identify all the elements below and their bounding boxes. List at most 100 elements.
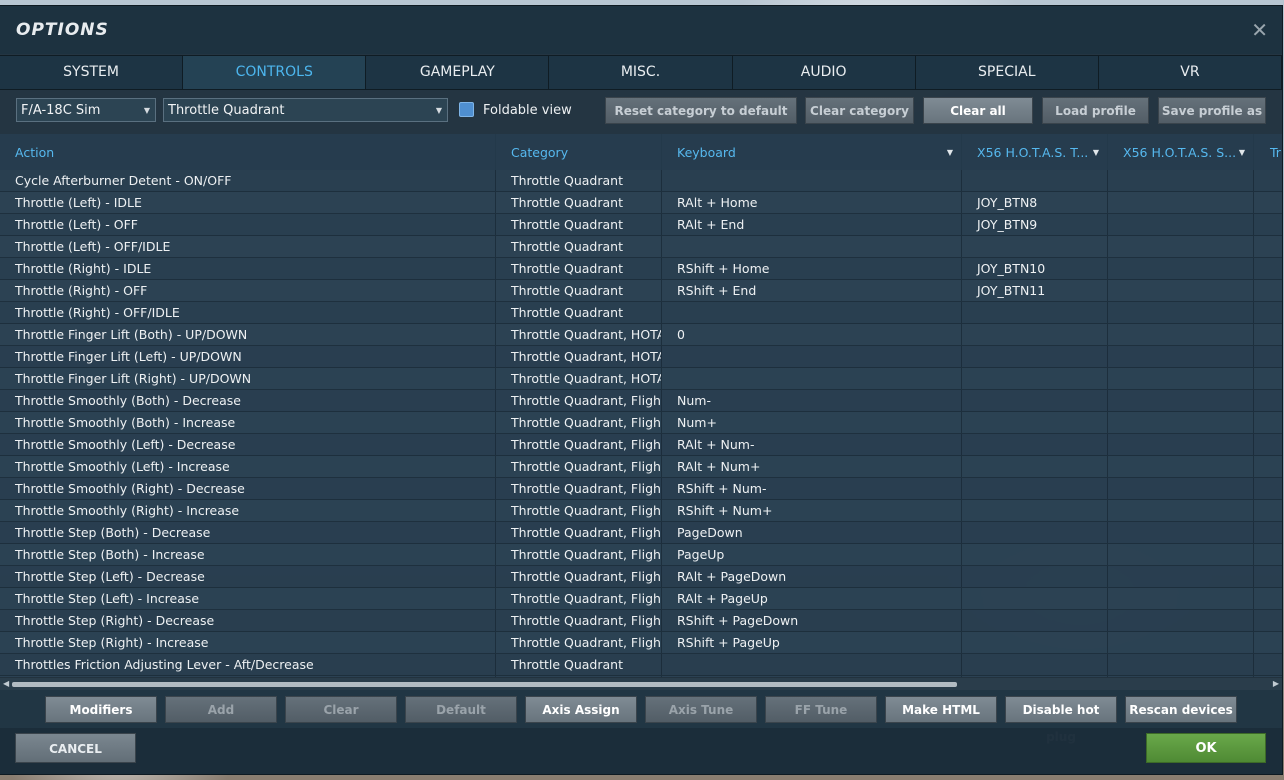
cell-x56s[interactable] (1108, 302, 1254, 323)
close-icon[interactable]: ✕ (1251, 18, 1268, 42)
cell-x56s[interactable] (1108, 566, 1254, 587)
cell-action[interactable]: Cycle Afterburner Detent - ON/OFF (0, 170, 496, 191)
cell-keyboard[interactable]: RAlt + Num+ (662, 456, 962, 477)
table-row[interactable]: Throttle Smoothly (Right) - Increase Thro… (0, 500, 1282, 522)
cell-x56s[interactable] (1108, 654, 1254, 675)
cell-x56s[interactable] (1108, 390, 1254, 411)
cell-keyboard[interactable]: PageUp (662, 544, 962, 565)
cell-x56s[interactable] (1108, 258, 1254, 279)
cell-category[interactable]: Throttle Quadrant, Flight C (496, 500, 662, 521)
cell-action[interactable]: Throttle Step (Right) - Increase (0, 632, 496, 653)
cell-x56t[interactable]: JOY_BTN8 (962, 192, 1108, 213)
cell-category[interactable]: Throttle Quadrant, Flight C (496, 610, 662, 631)
cancel-button[interactable]: CANCEL (15, 733, 136, 763)
cell-x56t[interactable] (962, 654, 1108, 675)
cell-category[interactable]: Throttle Quadrant, Flight C (496, 566, 662, 587)
cell-keyboard[interactable]: RAlt + PageUp (662, 588, 962, 609)
disable-hot-plug-button[interactable]: Disable hot plug (1005, 696, 1117, 744)
table-row[interactable]: Throttle Finger Lift (Left) - UP/DOWN Thr… (0, 346, 1282, 368)
scroll-right-icon[interactable]: ▶ (1273, 678, 1279, 690)
horizontal-scrollbar[interactable]: ◀ ▶ (0, 678, 1282, 690)
table-row[interactable]: Throttle Finger Lift (Right) - UP/DOWN Th… (0, 368, 1282, 390)
cell-x56t[interactable] (962, 170, 1108, 191)
cell-tr[interactable] (1254, 500, 1282, 521)
cell-category[interactable]: Throttle Quadrant, Flight C (496, 434, 662, 455)
cell-x56s[interactable] (1108, 170, 1254, 191)
reset-category-button[interactable]: Reset category to default (605, 97, 797, 124)
table-row[interactable]: Throttle Finger Lift (Both) - UP/DOWN Thr… (0, 324, 1282, 346)
cell-keyboard[interactable]: Num+ (662, 412, 962, 433)
table-row[interactable]: Throttles Friction Adjusting Lever - For… (0, 676, 1282, 677)
cell-category[interactable]: Throttle Quadrant, Flight C (496, 390, 662, 411)
tab-vr[interactable]: VR (1098, 56, 1282, 89)
cell-tr[interactable] (1254, 676, 1282, 677)
cell-category[interactable]: Throttle Quadrant, Flight C (496, 632, 662, 653)
cell-x56t[interactable] (962, 478, 1108, 499)
ok-button[interactable]: OK (1146, 733, 1266, 763)
table-row[interactable]: Throttle (Left) - OFF Throttle Quadrant RA… (0, 214, 1282, 236)
table-row[interactable]: Throttle Smoothly (Both) - Increase Throt… (0, 412, 1282, 434)
cell-keyboard[interactable]: Num- (662, 390, 962, 411)
cell-action[interactable]: Throttle Smoothly (Left) - Increase (0, 456, 496, 477)
cell-x56s[interactable] (1108, 434, 1254, 455)
cell-action[interactable]: Throttle Smoothly (Left) - Decrease (0, 434, 496, 455)
cell-tr[interactable] (1254, 236, 1282, 257)
cell-x56s[interactable] (1108, 478, 1254, 499)
cell-category[interactable]: Throttle Quadrant, Flight C (496, 544, 662, 565)
column-header-tr[interactable]: Tr (1254, 134, 1282, 170)
cell-x56t[interactable] (962, 566, 1108, 587)
table-row[interactable]: Throttle Step (Both) - Decrease Throttle … (0, 522, 1282, 544)
cell-x56s[interactable] (1108, 412, 1254, 433)
cell-tr[interactable] (1254, 280, 1282, 301)
cell-action[interactable]: Throttle (Right) - OFF/IDLE (0, 302, 496, 323)
cell-x56t[interactable] (962, 390, 1108, 411)
cell-category[interactable]: Throttle Quadrant (496, 214, 662, 235)
table-row[interactable]: Throttle Step (Right) - Increase Throttle… (0, 632, 1282, 654)
cell-x56s[interactable] (1108, 324, 1254, 345)
column-header-category[interactable]: Category (496, 134, 662, 170)
cell-action[interactable]: Throttle Smoothly (Right) - Increase (0, 500, 496, 521)
column-header-keyboard[interactable]: Keyboard ▼ (662, 134, 962, 170)
tab-system[interactable]: SYSTEM (0, 56, 184, 89)
cell-action[interactable]: Throttle Smoothly (Both) - Increase (0, 412, 496, 433)
cell-x56t[interactable] (962, 368, 1108, 389)
table-row[interactable]: Throttle (Right) - OFF Throttle Quadrant R… (0, 280, 1282, 302)
cell-tr[interactable] (1254, 346, 1282, 367)
cell-keyboard[interactable] (662, 346, 962, 367)
foldable-view-checkbox[interactable] (459, 102, 474, 117)
rescan-devices-button[interactable]: Rescan devices (1125, 696, 1237, 723)
cell-x56t[interactable] (962, 676, 1108, 677)
cell-x56t[interactable]: JOY_BTN11 (962, 280, 1108, 301)
cell-x56t[interactable] (962, 588, 1108, 609)
cell-action[interactable]: Throttle Finger Lift (Right) - UP/DOWN (0, 368, 496, 389)
cell-tr[interactable] (1254, 324, 1282, 345)
chevron-down-icon[interactable]: ▼ (1093, 134, 1099, 170)
cell-action[interactable]: Throttle Smoothly (Right) - Decrease (0, 478, 496, 499)
cell-tr[interactable] (1254, 654, 1282, 675)
cell-action[interactable]: Throttle Step (Left) - Decrease (0, 566, 496, 587)
cell-keyboard[interactable]: RAlt + PageDown (662, 566, 962, 587)
cell-action[interactable]: Throttle (Left) - IDLE (0, 192, 496, 213)
cell-x56t[interactable]: JOY_BTN10 (962, 258, 1108, 279)
cell-tr[interactable] (1254, 434, 1282, 455)
cell-keyboard[interactable]: PageDown (662, 522, 962, 543)
cell-keyboard[interactable]: 0 (662, 324, 962, 345)
cell-action[interactable]: Throttle (Left) - OFF (0, 214, 496, 235)
cell-x56t[interactable] (962, 632, 1108, 653)
cell-x56s[interactable] (1108, 280, 1254, 301)
table-row[interactable]: Cycle Afterburner Detent - ON/OFF Throttl… (0, 170, 1282, 192)
cell-category[interactable]: Throttle Quadrant, HOTAS (496, 324, 662, 345)
cell-x56s[interactable] (1108, 544, 1254, 565)
table-row[interactable]: Throttle (Left) - IDLE Throttle Quadrant R… (0, 192, 1282, 214)
cell-keyboard[interactable]: RShift + PageDown (662, 610, 962, 631)
add-button[interactable]: Add (165, 696, 277, 723)
cell-action[interactable]: Throttle Step (Both) - Increase (0, 544, 496, 565)
cell-action[interactable]: Throttles Friction Adjusting Lever - For… (0, 676, 496, 677)
cell-tr[interactable] (1254, 214, 1282, 235)
chevron-down-icon[interactable]: ▼ (947, 134, 953, 170)
cell-category[interactable]: Throttle Quadrant (496, 192, 662, 213)
load-profile-button[interactable]: Load profile (1042, 97, 1149, 124)
cell-action[interactable]: Throttle Step (Right) - Decrease (0, 610, 496, 631)
table-row[interactable]: Throttle Smoothly (Right) - Decrease Thro… (0, 478, 1282, 500)
make-html-button[interactable]: Make HTML (885, 696, 997, 723)
